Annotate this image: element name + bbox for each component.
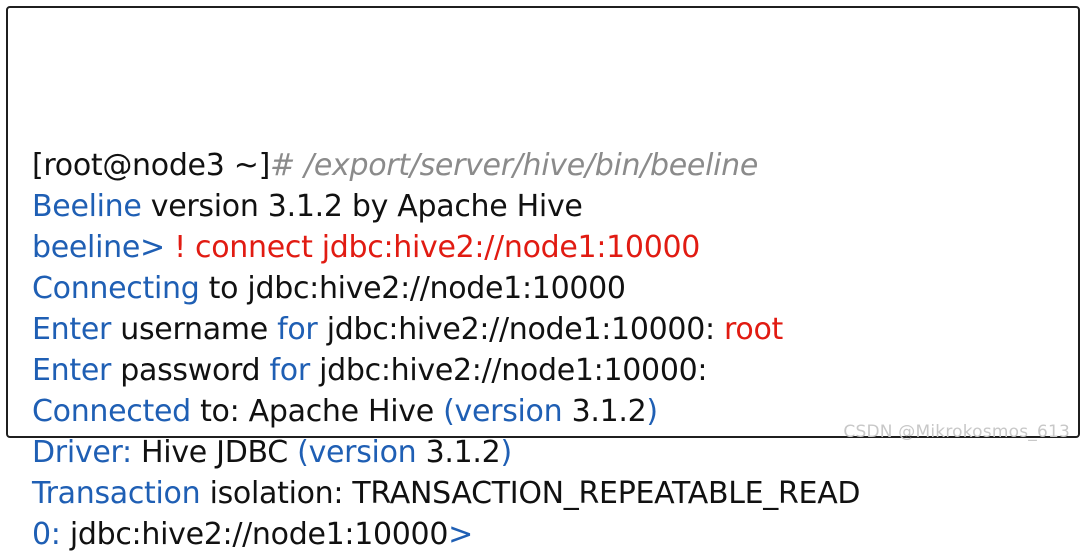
terminal-token: jdbc:hive2://node1:10000: <box>309 353 708 388</box>
terminal-token: ! connect jdbc:hive2://node1:10000 <box>174 230 701 265</box>
terminal-token: Enter <box>32 312 112 347</box>
terminal-token: jdbc:hive2://node1:10000: <box>317 312 725 347</box>
terminal-token: beeline <box>32 230 140 265</box>
terminal-token: jdbc:hive2://node1:10000 <box>60 517 449 552</box>
terminal-token: Connecting <box>32 271 200 306</box>
terminal-token: to: Apache Hive <box>190 394 444 429</box>
terminal-window: [root@node3 ~]# /export/server/hive/bin/… <box>6 6 1080 552</box>
terminal-token: for <box>277 312 318 347</box>
terminal-line: Transaction isolation: TRANSACTION_REPEA… <box>32 473 1068 514</box>
terminal-token: ) <box>646 394 658 429</box>
terminal-token: username <box>111 312 278 347</box>
terminal-token: isolation: TRANSACTION_REPEATABLE_READ <box>200 476 861 511</box>
terminal-token: ) <box>500 435 512 470</box>
terminal-line: beeline> ! connect jdbc:hive2://node1:10… <box>32 227 1068 268</box>
terminal-token: # /export/server/hive/bin/beeline <box>269 148 759 183</box>
terminal-token: Enter <box>32 353 112 388</box>
terminal-token: Transaction <box>32 476 201 511</box>
terminal-token: to jdbc:hive2://node1:10000 <box>199 271 626 306</box>
terminal-token: Driver: <box>32 435 132 470</box>
terminal-token: root <box>724 312 783 347</box>
terminal-token: 0: <box>32 517 61 552</box>
terminal-token: Connected <box>32 394 191 429</box>
terminal-line: Enter username for jdbc:hive2://node1:10… <box>32 309 1068 350</box>
terminal-token: 3.1.2 <box>416 435 501 470</box>
terminal-line: Beeline version 3.1.2 by Apache Hive <box>32 186 1068 227</box>
terminal-line: Enter password for jdbc:hive2://node1:10… <box>32 350 1068 391</box>
terminal-token: Beeline <box>32 189 142 224</box>
terminal-token: [root@node3 ~] <box>32 148 270 183</box>
terminal-token: Hive JDBC <box>131 435 298 470</box>
watermark: CSDN @Mikrokosmos_613 <box>843 422 1070 442</box>
terminal-token: (version <box>297 435 417 470</box>
terminal-token: 3.1.2 <box>562 394 647 429</box>
terminal-line: [root@node3 ~]# /export/server/hive/bin/… <box>32 145 1068 186</box>
terminal-line: 0: jdbc:hive2://node1:10000> <box>32 514 1068 555</box>
terminal-token: version 3.1.2 by Apache Hive <box>141 189 583 224</box>
terminal-output: [root@node3 ~]# /export/server/hive/bin/… <box>32 22 1068 555</box>
terminal-line: Connecting to jdbc:hive2://node1:10000 <box>32 268 1068 309</box>
terminal-token: (version <box>443 394 563 429</box>
terminal-token: password <box>111 353 270 388</box>
terminal-token: > <box>448 517 473 552</box>
terminal-token: for <box>269 353 311 388</box>
terminal-token: > <box>140 230 175 265</box>
